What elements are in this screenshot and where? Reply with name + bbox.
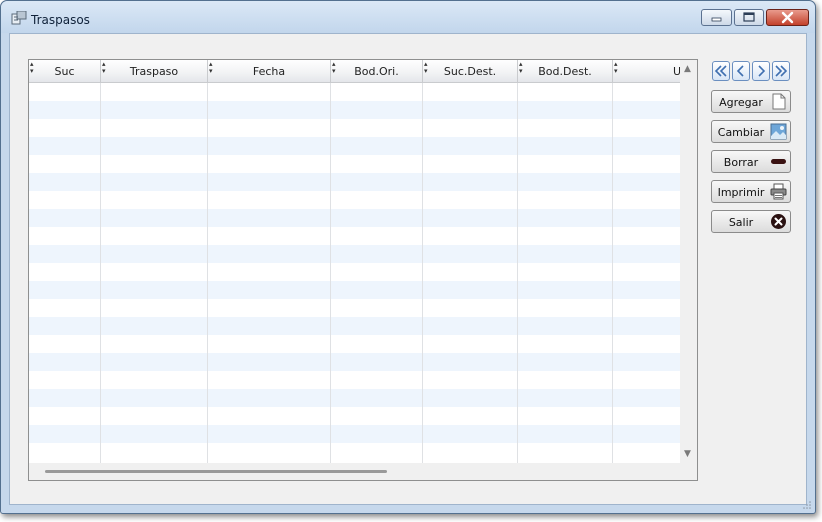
column-header-suc-dest[interactable]: ▴ ▾ Suc.Dest. [423, 60, 518, 82]
traspasos-window: Traspasos ▴ ▾ Suc ▴ ▾ Traspaso ▴ ▾ Fecha… [0, 0, 816, 514]
table-row[interactable] [29, 407, 681, 425]
close-icon [781, 11, 794, 24]
minus-icon [771, 159, 786, 164]
table-row[interactable] [29, 119, 681, 137]
table-row[interactable] [29, 83, 681, 101]
table-row[interactable] [29, 173, 681, 191]
last-record-icon [775, 65, 788, 77]
column-header-bod-ori[interactable]: ▴ ▾ Bod.Ori. [331, 60, 423, 82]
salir-button[interactable]: Salir [711, 210, 791, 233]
first-record-button[interactable] [712, 61, 730, 81]
table-row[interactable] [29, 101, 681, 119]
printer-icon [770, 183, 787, 200]
close-button[interactable] [766, 9, 809, 26]
table-row[interactable] [29, 281, 681, 299]
table-row[interactable] [29, 263, 681, 281]
table-row[interactable] [29, 155, 681, 173]
table-row[interactable] [29, 227, 681, 245]
next-record-button[interactable] [752, 61, 770, 81]
table-row[interactable] [29, 317, 681, 335]
minimize-icon [711, 17, 722, 22]
table-row[interactable] [29, 335, 681, 353]
column-divider [207, 83, 208, 463]
vertical-scrollbar[interactable]: ▲ ▼ [680, 60, 697, 463]
scroll-up-icon[interactable]: ▲ [684, 64, 691, 74]
title-bar[interactable]: Traspasos [1, 1, 815, 33]
table-row[interactable] [29, 191, 681, 209]
table-row[interactable] [29, 371, 681, 389]
previous-record-button[interactable] [732, 61, 750, 81]
horizontal-scrollbar[interactable] [29, 463, 681, 480]
sort-icon[interactable]: ▴ ▾ [30, 61, 34, 75]
traspasos-table[interactable]: ▴ ▾ Suc ▴ ▾ Traspaso ▴ ▾ Fecha ▴ ▾ Bod.Ori. … [28, 59, 698, 481]
next-record-icon [758, 65, 766, 77]
agregar-button[interactable]: Agregar [711, 90, 791, 113]
sort-icon[interactable]: ▴ ▾ [519, 61, 523, 75]
maximize-button[interactable] [734, 9, 764, 26]
imprimir-button[interactable]: Imprimir [711, 180, 791, 203]
column-divider [422, 83, 423, 463]
first-record-icon [714, 65, 727, 77]
table-row[interactable] [29, 389, 681, 407]
transfer-icon [11, 11, 27, 25]
sort-icon[interactable]: ▴ ▾ [424, 61, 428, 75]
previous-record-icon [736, 65, 744, 77]
horizontal-scroll-thumb[interactable] [45, 470, 387, 473]
new-document-icon [772, 93, 786, 110]
scrollbar-corner [680, 463, 697, 480]
column-header-traspaso[interactable]: ▴ ▾ Traspaso [101, 60, 208, 82]
sort-icon[interactable]: ▴ ▾ [209, 61, 213, 75]
table-row[interactable] [29, 137, 681, 155]
minimize-button[interactable] [701, 9, 732, 26]
table-header: ▴ ▾ Suc ▴ ▾ Traspaso ▴ ▾ Fecha ▴ ▾ Bod.Ori. … [29, 60, 681, 83]
resize-grip-icon[interactable] [803, 501, 811, 509]
column-divider [100, 83, 101, 463]
table-body[interactable] [29, 83, 681, 463]
sort-icon[interactable]: ▴ ▾ [102, 61, 106, 75]
table-row[interactable] [29, 353, 681, 371]
sort-icon[interactable]: ▴ ▾ [614, 61, 618, 75]
borrar-label: Borrar [723, 156, 759, 169]
column-divider [517, 83, 518, 463]
table-row[interactable] [29, 425, 681, 443]
table-row[interactable] [29, 245, 681, 263]
cambiar-label: Cambiar [717, 126, 765, 139]
client-area: ▴ ▾ Suc ▴ ▾ Traspaso ▴ ▾ Fecha ▴ ▾ Bod.Ori. … [9, 33, 807, 505]
close-circle-icon [771, 214, 786, 229]
last-record-button[interactable] [772, 61, 790, 81]
table-row[interactable] [29, 299, 681, 317]
column-header-u[interactable]: ▴ ▾ U [613, 60, 681, 82]
column-header-bod-dest[interactable]: ▴ ▾ Bod.Dest. [518, 60, 613, 82]
imprimir-label: Imprimir [717, 186, 765, 199]
table-row[interactable] [29, 209, 681, 227]
scroll-down-icon[interactable]: ▼ [684, 449, 691, 459]
cambiar-button[interactable]: Cambiar [711, 120, 791, 143]
column-header-fecha[interactable]: ▴ ▾ Fecha [208, 60, 331, 82]
borrar-button[interactable]: Borrar [711, 150, 791, 173]
column-divider [612, 83, 613, 463]
table-row[interactable] [29, 443, 681, 461]
sort-icon[interactable]: ▴ ▾ [332, 61, 336, 75]
maximize-icon [743, 12, 755, 22]
agregar-label: Agregar [719, 96, 763, 109]
edit-image-icon [770, 123, 787, 140]
salir-label: Salir [728, 216, 754, 229]
column-divider [330, 83, 331, 463]
column-header-suc[interactable]: ▴ ▾ Suc [29, 60, 101, 82]
window-title: Traspasos [31, 13, 90, 27]
